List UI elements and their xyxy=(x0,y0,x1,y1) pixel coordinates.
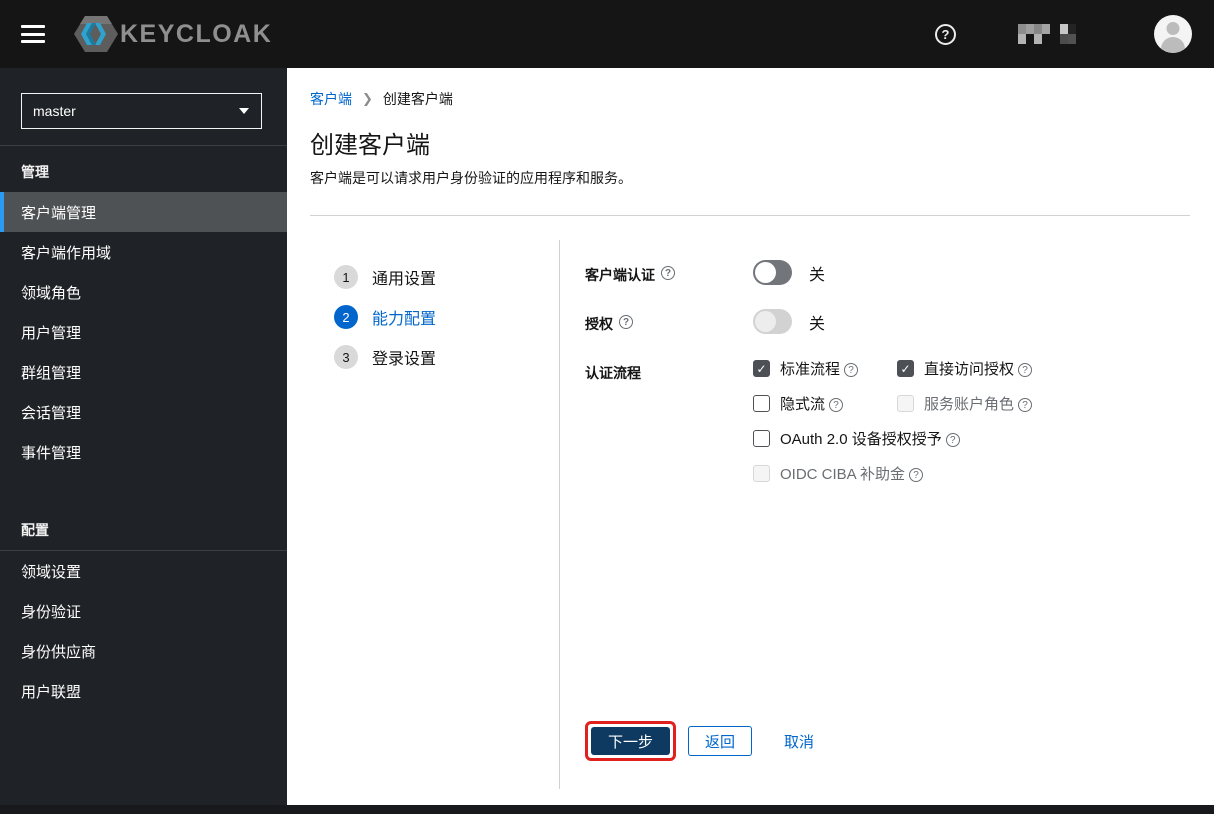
client-authentication-row: 客户端认证 ? 关 xyxy=(585,260,1190,285)
chevron-down-icon xyxy=(239,108,249,114)
nav-toggle-hamburger-icon[interactable] xyxy=(21,25,45,43)
client-authentication-label: 客户端认证 ? xyxy=(585,260,753,285)
authentication-flow-label: 认证流程 xyxy=(585,365,641,381)
step-number-badge: 3 xyxy=(334,345,358,369)
sidebar-item-events[interactable]: 事件管理 xyxy=(0,432,287,472)
authorization-state: 关 xyxy=(809,315,826,333)
authorization-label: 授权 ? xyxy=(585,309,753,334)
client-authentication-toggle[interactable] xyxy=(753,260,792,285)
help-icon[interactable]: ? xyxy=(935,23,956,45)
authorization-toggle xyxy=(753,309,792,334)
wizard-actions: 下一步 返回 取消 xyxy=(585,721,1190,761)
implicit-flow-option: 隐式流 ? xyxy=(753,393,897,414)
implicit-flow-checkbox[interactable] xyxy=(753,395,770,412)
cancel-link[interactable]: 取消 xyxy=(784,731,814,752)
sidebar-item-user-federation[interactable]: 用户联盟 xyxy=(0,671,287,711)
authentication-flow-options: 标准流程 ? 直接访问授权 ? xyxy=(753,358,1033,498)
redacted-username xyxy=(1018,24,1050,44)
standard-flow-option: 标准流程 ? xyxy=(753,358,897,379)
oidc-ciba-grant-option: OIDC CIBA 补助金 ? xyxy=(753,463,924,484)
keycloak-logo-icon xyxy=(74,13,118,55)
keycloak-logo: KEYCLOAK xyxy=(74,13,272,55)
page-subtitle: 客户端是可以请求用户身份验证的应用程序和服务。 xyxy=(310,170,632,186)
sidebar-item-identity-providers[interactable]: 身份供应商 xyxy=(0,631,287,671)
authentication-flow-row: 认证流程 标准流程 ? 直接访问授权 ? xyxy=(585,358,1190,498)
sidebar-item-realm-roles[interactable]: 领域角色 xyxy=(0,272,287,312)
breadcrumb-current: 创建客户端 xyxy=(382,91,453,107)
help-icon[interactable]: ? xyxy=(945,433,960,447)
create-client-wizard: 1 通用设置 2 能力配置 3 登录设置 客户端认证 ? 关 授权 ? 关 认证… xyxy=(287,216,1214,805)
client-authentication-state: 关 xyxy=(809,266,826,284)
chevron-right-icon: ❯ xyxy=(362,91,373,106)
main-content: 客户端 ❯ 创建客户端 创建客户端 客户端是可以请求用户身份验证的应用程序和服务… xyxy=(287,68,1214,805)
help-icon[interactable]: ? xyxy=(661,266,675,280)
oidc-ciba-grant-checkbox xyxy=(753,465,770,482)
help-icon[interactable]: ? xyxy=(1018,398,1033,412)
page-bottom-strip xyxy=(0,805,1214,814)
nav-section-title-manage: 管理 xyxy=(21,164,49,180)
next-button[interactable]: 下一步 xyxy=(591,727,671,755)
help-icon[interactable]: ? xyxy=(844,363,859,377)
oauth-device-grant-checkbox[interactable] xyxy=(753,430,770,447)
masthead-right-group: ? xyxy=(935,15,1192,53)
standard-flow-checkbox[interactable] xyxy=(753,360,770,377)
capability-config-form: 客户端认证 ? 关 授权 ? 关 认证流程 ✓ 标准流程 ? ✓ 直接访问授权 … xyxy=(560,216,1214,805)
help-icon[interactable]: ? xyxy=(619,315,633,329)
annotation-highlight: 下一步 xyxy=(585,721,677,761)
sidebar-item-authentication[interactable]: 身份验证 xyxy=(0,591,287,631)
sidebar-item-clients[interactable]: 客户端管理 xyxy=(0,192,287,232)
page-title: 创建客户端 xyxy=(310,132,430,159)
sidebar-item-groups[interactable]: 群组管理 xyxy=(0,352,287,392)
sidebar-item-users[interactable]: 用户管理 xyxy=(0,312,287,352)
step-number-badge: 1 xyxy=(334,265,358,289)
realm-selector-dropdown[interactable]: master xyxy=(21,93,262,129)
authorization-control: 关 xyxy=(753,309,825,334)
help-icon[interactable]: ? xyxy=(829,398,844,412)
authorization-row: 授权 ? 关 xyxy=(585,309,1190,334)
sidebar-item-sessions[interactable]: 会话管理 xyxy=(0,392,287,432)
nav-section-title-configure: 配置 xyxy=(21,522,49,538)
keycloak-logo-text: KEYCLOAK xyxy=(120,19,273,48)
step-number-badge: 2 xyxy=(334,305,358,329)
wizard-step-capability-config[interactable]: 2 能力配置 xyxy=(310,297,559,337)
page-header: 客户端 ❯ 创建客户端 创建客户端 客户端是可以请求用户身份验证的应用程序和服务… xyxy=(287,68,1214,216)
direct-access-grants-checkbox[interactable] xyxy=(897,360,914,377)
sidebar-item-realm-settings[interactable]: 领域设置 xyxy=(0,551,287,591)
back-button[interactable]: 返回 xyxy=(688,726,753,756)
service-account-roles-checkbox xyxy=(897,395,914,412)
wizard-steps: 1 通用设置 2 能力配置 3 登录设置 xyxy=(287,216,559,805)
breadcrumb-clients-link[interactable]: 客户端 xyxy=(310,89,352,109)
user-avatar-icon[interactable] xyxy=(1154,15,1192,53)
service-account-roles-option: 服务账户角色 ? xyxy=(897,393,1033,414)
help-icon[interactable]: ? xyxy=(1018,363,1033,377)
redacted-username-part2 xyxy=(1060,24,1076,44)
masthead: KEYCLOAK ? xyxy=(0,0,1214,68)
sidebar-item-client-scopes[interactable]: 客户端作用域 xyxy=(0,232,287,272)
sidebar: master 管理 客户端管理 客户端作用域 领域角色 用户管理 群组管理 会话… xyxy=(0,68,287,805)
help-icon[interactable]: ? xyxy=(909,468,924,482)
direct-access-grants-option: 直接访问授权 ? xyxy=(897,358,1033,379)
realm-selector-block: master xyxy=(0,68,287,146)
realm-selector-value: master xyxy=(33,103,76,119)
client-authentication-control: 关 xyxy=(753,260,825,285)
wizard-step-general-settings[interactable]: 1 通用设置 xyxy=(310,257,559,297)
breadcrumb: 客户端 ❯ 创建客户端 xyxy=(310,89,1190,109)
wizard-step-login-settings[interactable]: 3 登录设置 xyxy=(310,337,559,377)
oauth-device-grant-option: OAuth 2.0 设备授权授予 ? xyxy=(753,428,960,449)
keycloak-admin-console: KEYCLOAK ? master 管理 客户端管理 客户端作用域 领域角色 用… xyxy=(0,0,1214,814)
